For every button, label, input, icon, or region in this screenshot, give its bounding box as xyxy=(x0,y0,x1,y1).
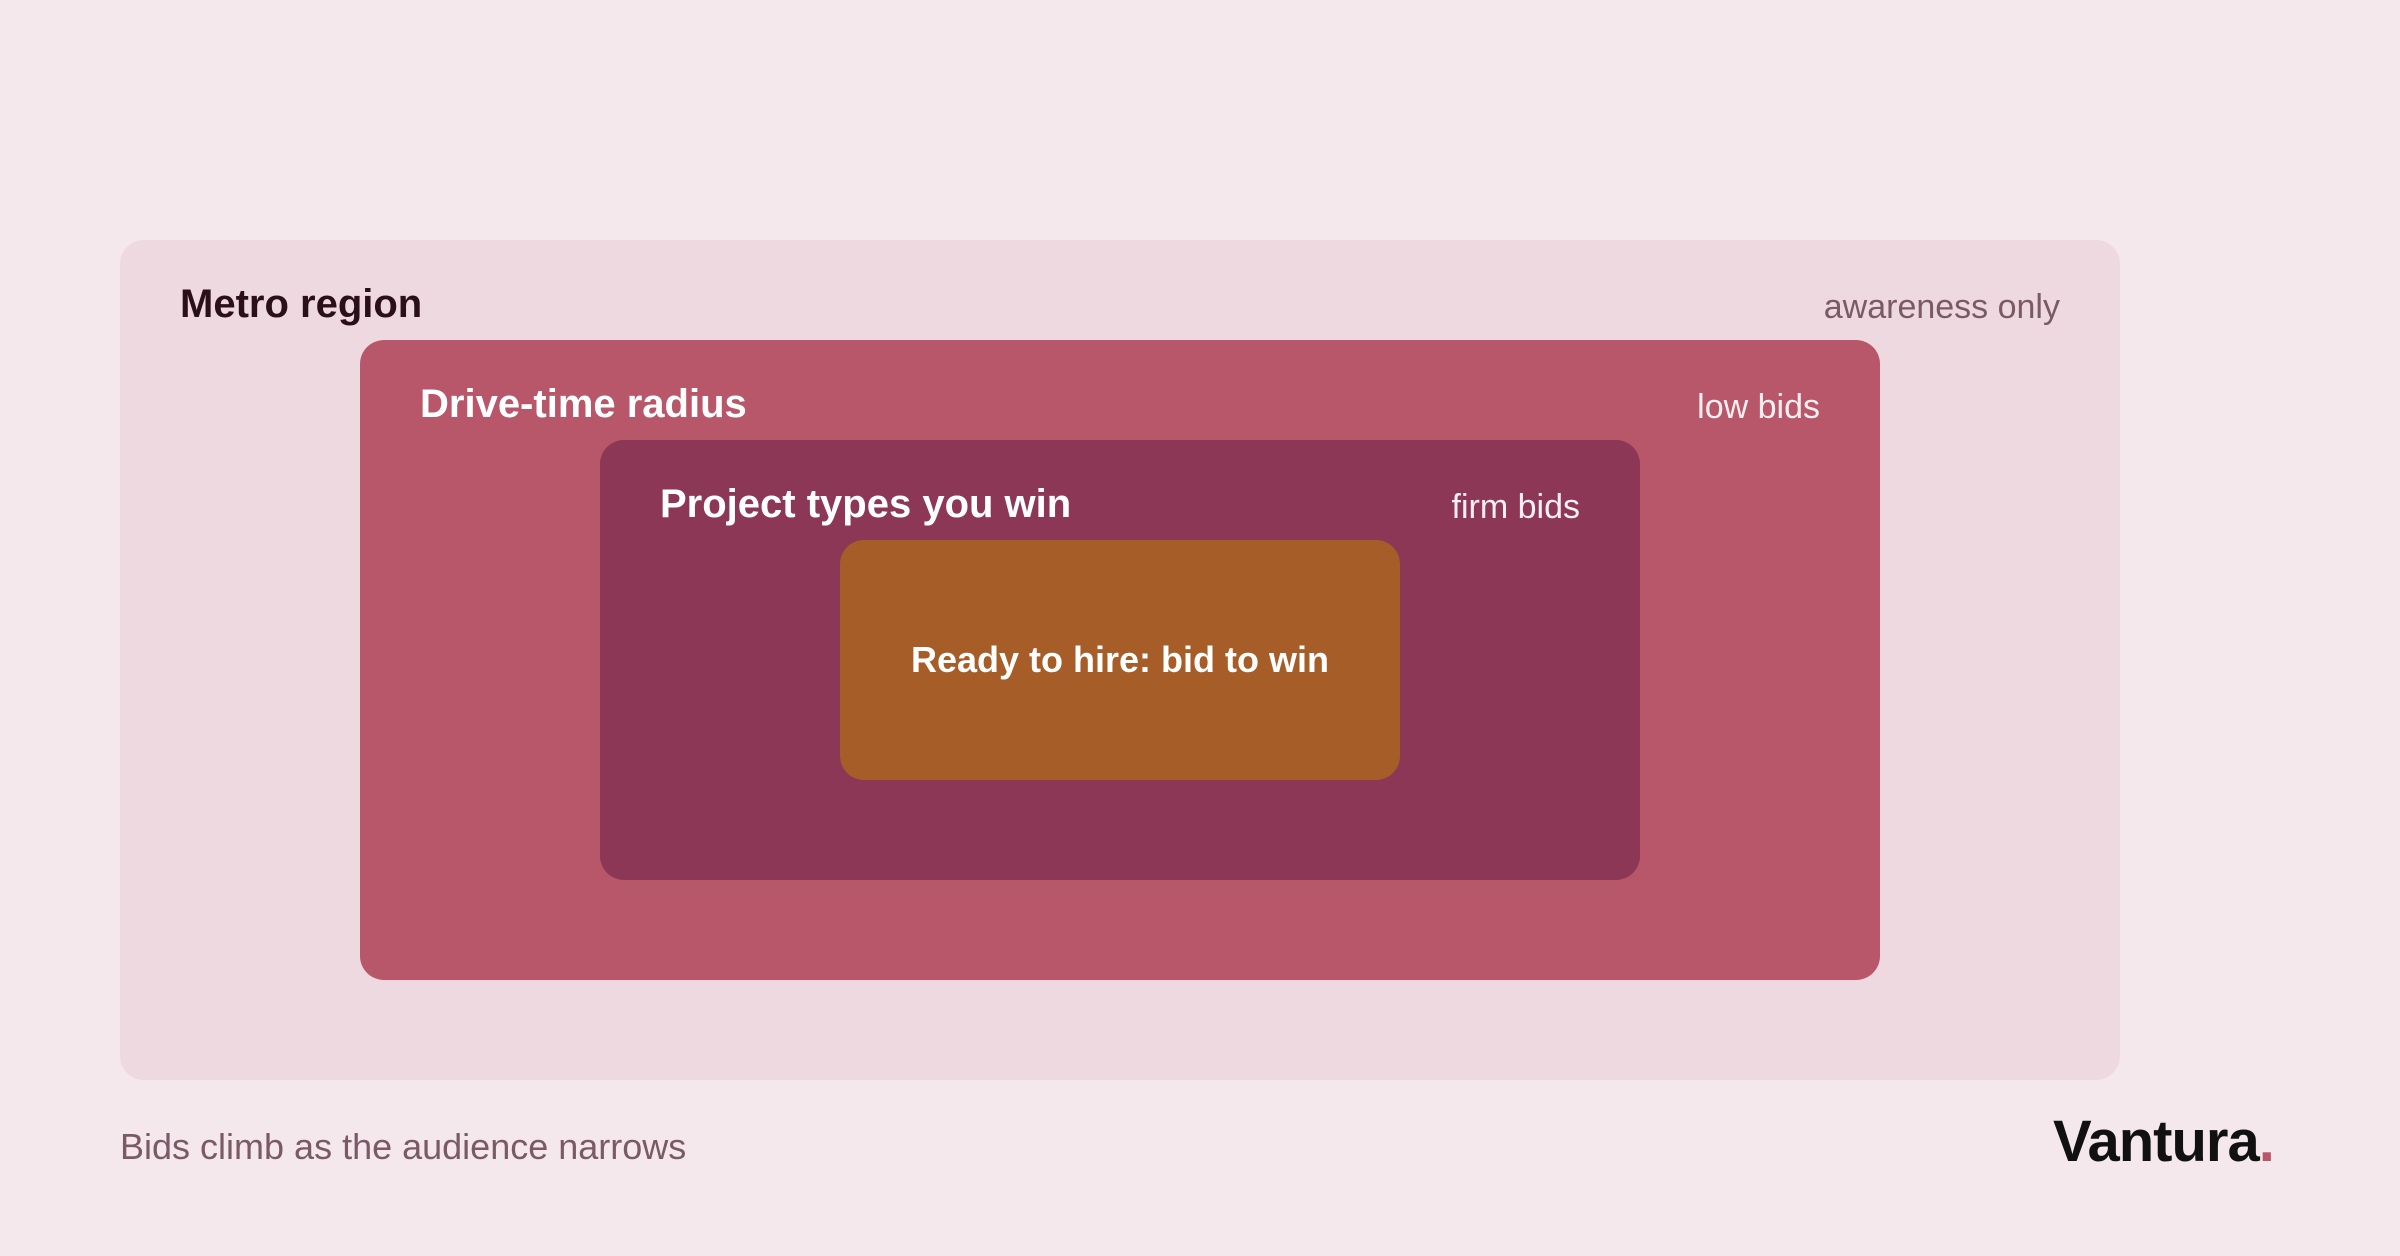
caption: Bids climb as the audience narrows xyxy=(120,1126,687,1167)
brand-dot: . xyxy=(2258,1109,2275,1174)
brand-logo: Vantura. xyxy=(2053,1108,2275,1175)
layer-title: Drive-time radius xyxy=(420,382,747,426)
core-label: Ready to hire: bid to win xyxy=(910,639,1329,680)
brand-name: Vantura xyxy=(2053,1109,2260,1174)
layer-ready-to-hire: Ready to hire: bid to win xyxy=(840,540,1400,780)
layer-note: awareness only xyxy=(1823,288,2060,326)
layer-note: low bids xyxy=(1697,388,1820,426)
layer-note: firm bids xyxy=(1451,488,1580,526)
layer-title: Metro region xyxy=(180,282,423,326)
layer-title: Project types you win xyxy=(660,482,1072,526)
